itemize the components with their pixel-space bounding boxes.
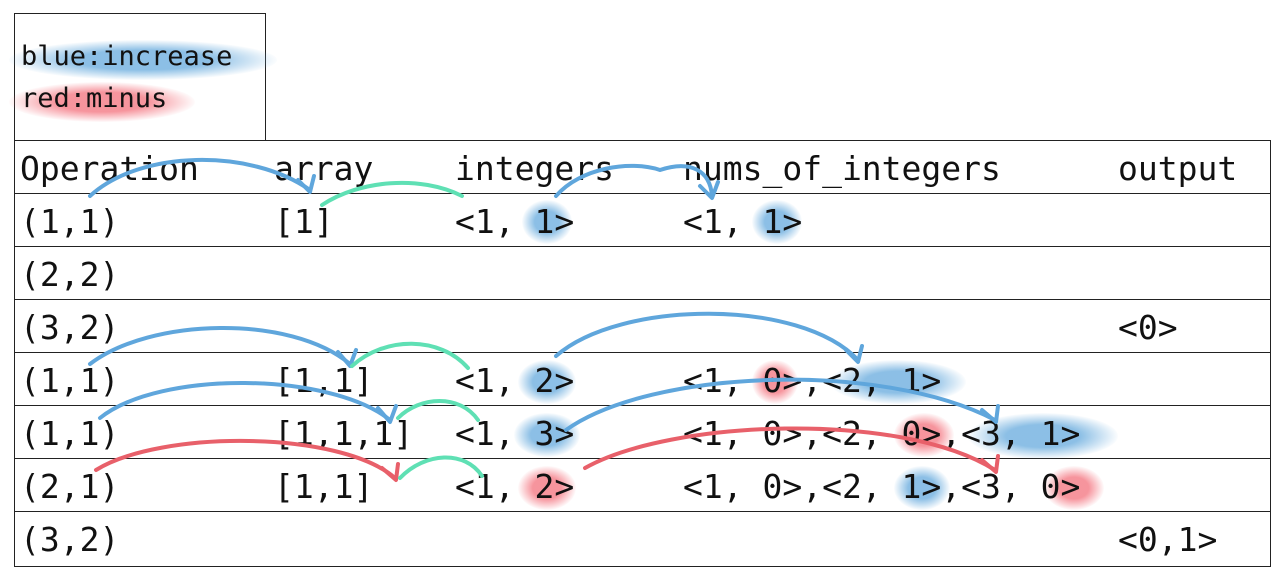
cell-nums-of-integers: <1, 0>,<2, 1>,<3, 0> — [683, 467, 1081, 506]
header-array: array — [274, 149, 374, 188]
cell-operation: (1,1) — [20, 202, 120, 241]
cell-nums-of-integers: <1, 0>,<2, 0>,<3, 1> — [683, 414, 1081, 453]
row-divider — [15, 193, 1270, 194]
cell-integers: <1, 3> — [455, 414, 575, 453]
legend-blue-label: blue:increase — [21, 41, 233, 72]
cell-integers: <1, 2> — [455, 361, 575, 400]
header-output: output — [1118, 149, 1238, 188]
cell-array: [1,1,1] — [274, 414, 414, 453]
header-integers: integers — [455, 149, 614, 188]
header-nums-of-integers: nums_of_integers — [683, 149, 1001, 188]
cell-operation: (1,1) — [20, 361, 120, 400]
cell-array: [1,1] — [274, 361, 374, 400]
cell-operation: (3,2) — [20, 308, 120, 347]
cell-operation: (2,1) — [20, 467, 120, 506]
row-divider — [15, 458, 1270, 459]
row-divider — [15, 352, 1270, 353]
row-divider — [15, 511, 1270, 512]
cell-operation: (1,1) — [20, 414, 120, 453]
cell-operation: (3,2) — [20, 520, 120, 559]
cell-array: [1,1] — [274, 467, 374, 506]
cell-integers: <1, 1> — [455, 202, 575, 241]
cell-output: <0,1> — [1118, 520, 1218, 559]
cell-output: <0> — [1118, 308, 1178, 347]
cell-array: [1] — [274, 202, 334, 241]
row-divider — [15, 246, 1270, 247]
cell-nums-of-integers: <1, 0>,<2, 1> — [683, 361, 942, 400]
cell-nums-of-integers: <1, 1> — [683, 202, 803, 241]
row-divider — [15, 405, 1270, 406]
legend-red-label: red:minus — [21, 83, 168, 114]
row-divider — [15, 299, 1270, 300]
header-operation: Operation — [20, 149, 199, 188]
legend-box: blue:increase red:minus — [9, 13, 277, 140]
cell-integers: <1, 2> — [455, 467, 575, 506]
cell-operation: (2,2) — [20, 255, 120, 294]
